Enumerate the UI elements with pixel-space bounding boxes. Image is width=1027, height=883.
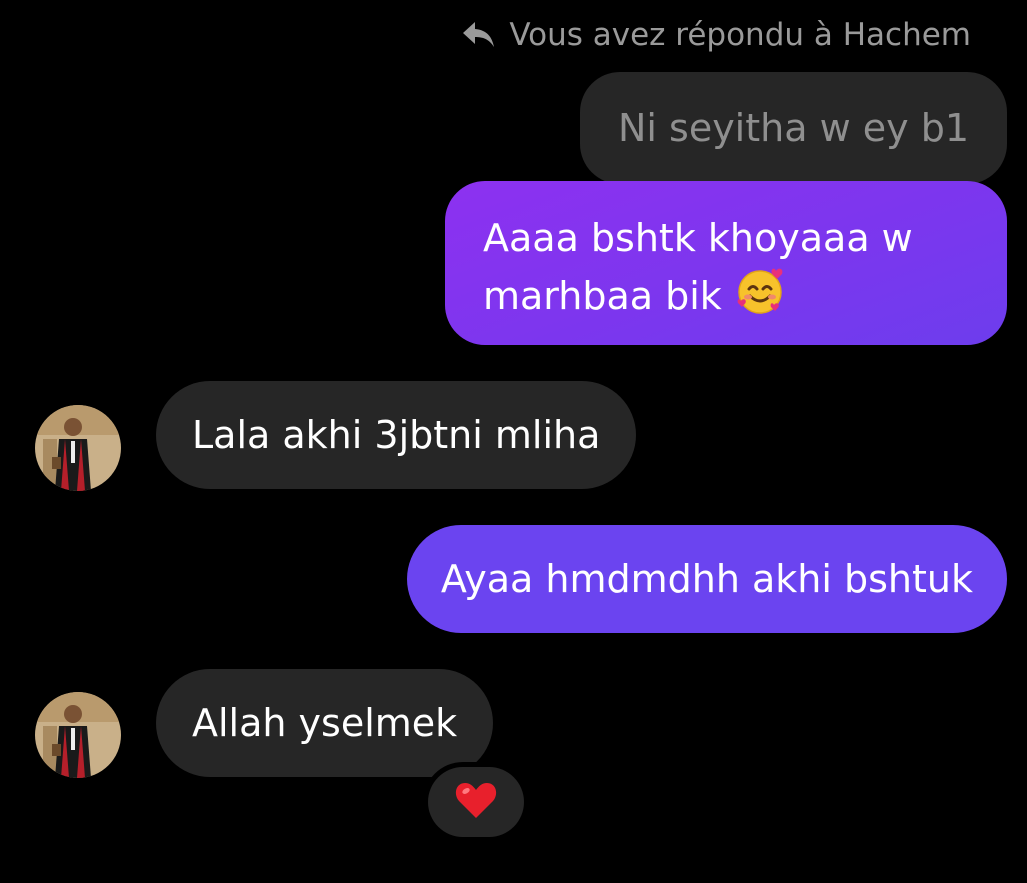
reply-context-text: Vous avez répondu à Hachem (509, 17, 971, 53)
smiling-face-with-hearts-icon (734, 265, 786, 317)
reply-arrow-icon (461, 20, 497, 50)
message-reaction[interactable] (428, 767, 524, 837)
received-message-bubble[interactable]: Allah yselmek (156, 669, 494, 777)
quoted-message[interactable]: Ni seyitha w ey b1 (579, 72, 1007, 184)
sent-message-bubble[interactable]: Aaaa bshtk khoyaaa w marhbaa bik (445, 181, 1007, 345)
avatar[interactable] (35, 405, 121, 491)
message-text: Aaaa bshtk khoyaaa w marhbaa bik (483, 216, 913, 318)
sent-message-bubble[interactable]: Ayaa hmdmdhh akhi bshtuk (406, 525, 1007, 633)
avatar[interactable] (35, 692, 121, 778)
chat-thread: Vous avez répondu à Hachem Ni seyitha w … (0, 0, 1027, 883)
received-message-bubble[interactable]: Lala akhi 3jbtni mliha (156, 381, 637, 489)
reply-context-header: Vous avez répondu à Hachem (461, 14, 971, 56)
red-heart-icon (454, 780, 498, 824)
